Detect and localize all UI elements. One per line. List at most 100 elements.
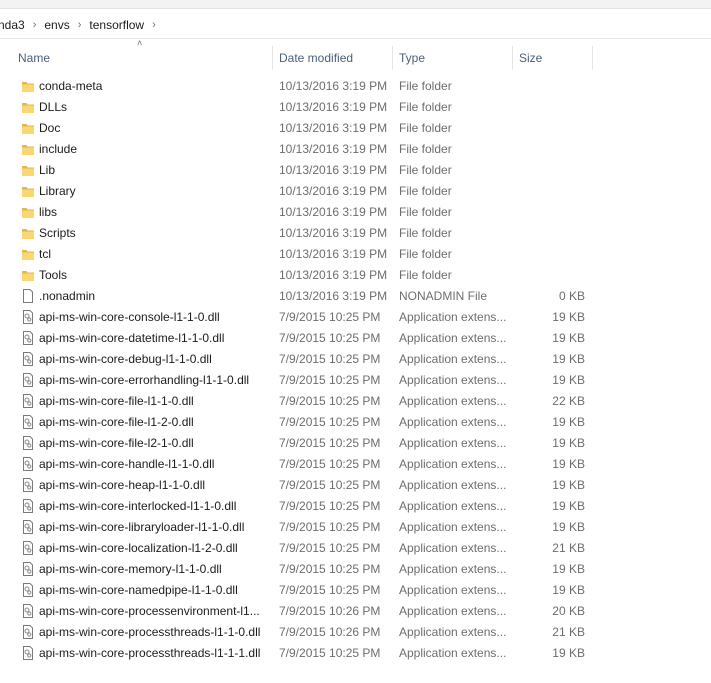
folder-icon [22, 166, 34, 176]
file-type: File folder [399, 226, 452, 240]
column-divider[interactable] [272, 46, 273, 70]
file-row[interactable]: api-ms-win-core-file-l1-2-0.dll 7/9/2015 … [0, 412, 711, 433]
file-row[interactable]: include 10/13/2016 3:19 PM File folder [0, 139, 711, 160]
breadcrumb-item-anaconda3[interactable]: nda3 [0, 18, 31, 32]
file-row[interactable]: api-ms-win-core-console-l1-1-0.dll 7/9/20… [0, 307, 711, 328]
file-date-modified: 7/9/2015 10:25 PM [279, 373, 381, 387]
file-type: Application extens... [399, 499, 507, 513]
file-date-modified: 7/9/2015 10:25 PM [279, 562, 381, 576]
file-date-modified: 10/13/2016 3:19 PM [279, 121, 388, 135]
file-row[interactable]: Doc 10/13/2016 3:19 PM File folder [0, 118, 711, 139]
file-type: Application extens... [399, 478, 507, 492]
folder-icon [22, 103, 34, 113]
dll-file-icon [23, 352, 33, 366]
file-row[interactable]: api-ms-win-core-interlocked-l1-1-0.dll 7/… [0, 496, 711, 517]
breadcrumb-item-tensorflow[interactable]: tensorflow [83, 18, 150, 32]
file-date-modified: 7/9/2015 10:25 PM [279, 520, 381, 534]
file-name: conda-meta [39, 79, 103, 93]
column-divider[interactable] [592, 46, 593, 70]
breadcrumb-chevron-icon[interactable]: › [150, 19, 158, 31]
file-row[interactable]: api-ms-win-core-processenvironment-l1...… [0, 601, 711, 622]
column-header-type[interactable]: Type [399, 44, 425, 72]
file-row[interactable]: api-ms-win-core-libraryloader-l1-1-0.dll… [0, 517, 711, 538]
file-date-modified: 7/9/2015 10:25 PM [279, 415, 381, 429]
folder-icon [22, 271, 34, 281]
file-type: Application extens... [399, 583, 507, 597]
column-divider[interactable] [512, 46, 513, 70]
file-date-modified: 10/13/2016 3:19 PM [279, 184, 388, 198]
file-type: File folder [399, 100, 452, 114]
file-name: api-ms-win-core-file-l1-1-0.dll [39, 394, 194, 408]
file-row[interactable]: .nonadmin 10/13/2016 3:19 PM NONADMIN File… [0, 286, 711, 307]
file-date-modified: 7/9/2015 10:25 PM [279, 499, 381, 513]
file-row[interactable]: api-ms-win-core-file-l2-1-0.dll 7/9/2015 … [0, 433, 711, 454]
file-type: Application extens... [399, 604, 507, 618]
column-header-row: ˄ Name Date modified Type Size [0, 38, 711, 72]
file-size: 19 KB [552, 331, 585, 345]
breadcrumb-chevron-icon[interactable]: › [31, 19, 39, 31]
file-row[interactable]: api-ms-win-core-handle-l1-1-0.dll 7/9/201… [0, 454, 711, 475]
file-date-modified: 10/13/2016 3:19 PM [279, 268, 388, 282]
dll-file-icon [23, 478, 33, 492]
file-row[interactable]: api-ms-win-core-processthreads-l1-1-1.dl… [0, 643, 711, 664]
dll-file-icon [23, 520, 33, 534]
file-name: api-ms-win-core-namedpipe-l1-1-0.dll [39, 583, 238, 597]
file-type: Application extens... [399, 646, 507, 660]
file-type: File folder [399, 268, 452, 282]
column-header-name[interactable]: Name [18, 44, 50, 72]
file-size [519, 76, 585, 97]
folder-icon [22, 187, 34, 197]
file-row[interactable]: api-ms-win-core-processthreads-l1-1-0.dl… [0, 622, 711, 643]
file-row[interactable]: api-ms-win-core-heap-l1-1-0.dll 7/9/2015 … [0, 475, 711, 496]
file-row[interactable]: Scripts 10/13/2016 3:19 PM File folder [0, 223, 711, 244]
file-name: api-ms-win-core-debug-l1-1-0.dll [39, 352, 212, 366]
file-size: 22 KB [552, 394, 585, 408]
folder-icon [22, 145, 34, 155]
file-date-modified: 10/13/2016 3:19 PM [279, 142, 388, 156]
file-row[interactable]: DLLs 10/13/2016 3:19 PM File folder [0, 97, 711, 118]
file-name: api-ms-win-core-interlocked-l1-1-0.dll [39, 499, 237, 513]
file-row[interactable]: conda-meta 10/13/2016 3:19 PM File folder [0, 76, 711, 97]
dll-file-icon [23, 373, 33, 387]
file-row[interactable]: Library 10/13/2016 3:19 PM File folder [0, 181, 711, 202]
file-date-modified: 7/9/2015 10:25 PM [279, 331, 381, 345]
file-row[interactable]: libs 10/13/2016 3:19 PM File folder [0, 202, 711, 223]
folder-icon [22, 250, 34, 260]
file-size: 19 KB [552, 562, 585, 576]
breadcrumb[interactable]: nda3 › envs › tensorflow › [0, 12, 711, 39]
column-divider[interactable] [392, 46, 393, 70]
dll-file-icon [23, 499, 33, 513]
file-size: 21 KB [552, 625, 585, 639]
file-size [519, 244, 585, 265]
file-type: File folder [399, 121, 452, 135]
file-row[interactable]: Lib 10/13/2016 3:19 PM File folder [0, 160, 711, 181]
file-row[interactable]: api-ms-win-core-datetime-l1-1-0.dll 7/9/2… [0, 328, 711, 349]
file-row[interactable]: api-ms-win-core-memory-l1-1-0.dll 7/9/201… [0, 559, 711, 580]
file-row[interactable]: Tools 10/13/2016 3:19 PM File folder [0, 265, 711, 286]
breadcrumb-chevron-icon[interactable]: › [76, 19, 84, 31]
file-date-modified: 7/9/2015 10:25 PM [279, 457, 381, 471]
file-row[interactable]: api-ms-win-core-file-l1-1-0.dll 7/9/2015 … [0, 391, 711, 412]
file-type: File folder [399, 184, 452, 198]
file-row[interactable]: api-ms-win-core-namedpipe-l1-1-0.dll 7/9/… [0, 580, 711, 601]
dll-file-icon [23, 415, 33, 429]
file-row[interactable]: api-ms-win-core-errorhandling-l1-1-0.dll… [0, 370, 711, 391]
file-size [519, 139, 585, 160]
file-name: api-ms-win-core-handle-l1-1-0.dll [39, 457, 215, 471]
column-header-date-modified[interactable]: Date modified [279, 44, 353, 72]
file-name: libs [39, 205, 58, 219]
dll-file-icon [23, 646, 33, 660]
file-row[interactable]: api-ms-win-core-debug-l1-1-0.dll 7/9/2015… [0, 349, 711, 370]
file-name: Lib [39, 163, 56, 177]
file-date-modified: 10/13/2016 3:19 PM [279, 79, 388, 93]
file-row[interactable]: tcl 10/13/2016 3:19 PM File folder [0, 244, 711, 265]
file-row[interactable]: api-ms-win-core-localization-l1-2-0.dll 7… [0, 538, 711, 559]
breadcrumb-item-envs[interactable]: envs [38, 18, 75, 32]
file-type: Application extens... [399, 562, 507, 576]
file-size: 19 KB [552, 478, 585, 492]
column-header-size[interactable]: Size [519, 44, 542, 72]
file-type: Application extens... [399, 415, 507, 429]
file-size [519, 181, 585, 202]
dll-file-icon [23, 457, 33, 471]
file-size [519, 202, 585, 223]
